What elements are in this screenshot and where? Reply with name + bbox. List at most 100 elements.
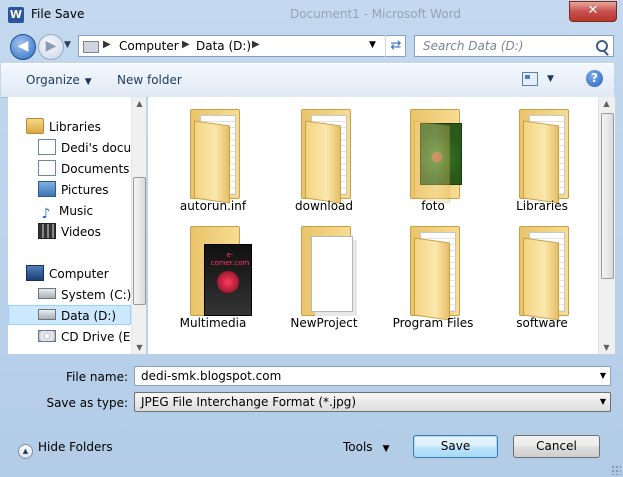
sidebar-item-label: Pictures <box>61 183 109 197</box>
new-folder-button[interactable]: New folder <box>117 73 182 87</box>
sidebar-item-label: Computer <box>49 267 109 281</box>
sidebar-item-documents[interactable]: Documents <box>38 159 129 179</box>
sidebar-item-music[interactable]: ♪ Music <box>38 201 94 222</box>
folder-name: Program Files <box>392 316 474 330</box>
organize-button[interactable]: Organize ▼ <box>26 73 92 87</box>
drive-icon <box>83 41 99 53</box>
chevron-down-icon: ▼ <box>599 397 606 406</box>
sidebar-item-label: Videos <box>61 225 101 239</box>
resize-grip[interactable] <box>611 465 621 475</box>
folder-item[interactable]: download <box>275 103 373 213</box>
documents-folder-icon <box>301 226 361 316</box>
hide-folders-label: Hide Folders <box>38 440 113 454</box>
sidebar-item-label: Documents <box>61 162 130 176</box>
folder-name: download <box>294 199 354 213</box>
folder-name: foto <box>421 199 445 213</box>
command-bar: Organize ▼ New folder ▼ ? <box>1 63 614 98</box>
refresh-icon[interactable]: ⇄ <box>385 35 406 57</box>
chevron-down-icon[interactable]: ▼ <box>600 371 606 380</box>
sidebar-item-label: Libraries <box>49 120 101 134</box>
word-app-icon: W <box>8 7 24 23</box>
folder-item[interactable]: Libraries <box>493 103 591 213</box>
forward-button[interactable]: ▶ <box>38 34 64 60</box>
back-button[interactable]: ◀ <box>10 34 36 60</box>
folder-item[interactable]: Multimedia <box>164 220 262 330</box>
scroll-down-icon[interactable]: ▼ <box>132 343 147 352</box>
music-icon: ♪ <box>41 206 51 222</box>
sidebar-item-system-c[interactable]: System (C:) <box>38 285 131 305</box>
dialog-title: File Save <box>31 7 85 21</box>
drive-icon <box>38 288 56 299</box>
file-name-label: File name: <box>66 370 128 384</box>
folder-icon <box>519 226 579 321</box>
navigation-pane: Libraries Dedi's documents Documents Pic… <box>8 97 146 354</box>
file-list: autorun.inf download foto Libraries Mult… <box>148 97 598 354</box>
folder-name: Multimedia <box>179 316 247 330</box>
file-list-scrollbar[interactable]: ▲ ▼ <box>598 97 615 354</box>
scrollbar-thumb[interactable] <box>133 177 146 305</box>
sidebar-item-pictures[interactable]: Pictures <box>38 180 109 200</box>
navigation-pane-scrollbar[interactable]: ▲ ▼ <box>131 97 146 354</box>
video-icon <box>38 223 56 239</box>
chevron-down-icon: ▼ <box>84 77 92 87</box>
address-bar[interactable]: ▶ Computer ▶ Data (D:) ▶ ▼ ⇄ <box>78 35 406 57</box>
sidebar-item-label: Music <box>59 204 94 218</box>
hide-folders-button[interactable]: ▲ Hide Folders <box>18 440 113 459</box>
sidebar-item-dedis-documents[interactable]: Dedi's documents <box>38 138 146 158</box>
cd-drive-icon <box>38 330 56 342</box>
folder-name: autorun.inf <box>179 199 247 213</box>
breadcrumb-arrow-icon[interactable]: ▶ <box>182 39 190 50</box>
breadcrumb-computer[interactable]: Computer <box>119 39 179 53</box>
view-options-dropdown[interactable]: ▼ <box>547 74 554 84</box>
file-save-dialog: W File Save Document1 - Microsoft Word ✕… <box>0 0 623 477</box>
sidebar-item-computer[interactable]: Computer <box>26 264 109 284</box>
folder-icon <box>301 109 361 204</box>
search-icon[interactable] <box>596 40 608 52</box>
computer-icon <box>26 265 44 281</box>
save-button[interactable]: Save <box>413 435 498 458</box>
sidebar-item-label: System (C:) <box>61 288 132 302</box>
scrollbar-thumb[interactable] <box>601 113 614 279</box>
navigation-bar: ◀ ▶ ▼ ▶ Computer ▶ Data (D:) ▶ ▼ ⇄ Searc… <box>0 30 623 62</box>
background-window-title: Document1 - Microsoft Word <box>290 7 462 21</box>
media-folder-icon <box>190 226 252 316</box>
breadcrumb-arrow-icon[interactable]: ▶ <box>103 39 111 50</box>
save-as-type-label: Save as type: <box>46 396 128 410</box>
folder-icon <box>190 109 250 204</box>
folder-name: Libraries <box>516 199 568 213</box>
drive-icon <box>38 309 56 320</box>
save-as-type-select[interactable]: JPEG File Interchange Format (*.jpg) ▼ <box>134 392 611 412</box>
sidebar-item-cd-drive-e[interactable]: CD Drive (E:) 1 <box>38 327 146 347</box>
folder-item[interactable]: software <box>493 220 591 330</box>
search-input[interactable]: Search Data (D:) <box>414 35 614 57</box>
document-icon <box>38 139 56 155</box>
change-view-icon[interactable] <box>522 72 538 86</box>
folder-item[interactable]: NewProject <box>275 220 373 330</box>
tools-label: Tools <box>343 440 373 454</box>
breadcrumb-arrow-icon[interactable]: ▶ <box>252 39 260 50</box>
sidebar-item-videos[interactable]: Videos <box>38 222 101 242</box>
cancel-button[interactable]: Cancel <box>513 435 600 458</box>
folder-item[interactable]: autorun.inf <box>164 103 262 213</box>
breadcrumb-data-drive[interactable]: Data (D:) <box>196 39 251 53</box>
scroll-up-icon[interactable]: ▲ <box>599 99 614 108</box>
tools-button[interactable]: Tools ▼ <box>343 440 389 454</box>
sidebar-item-libraries[interactable]: Libraries <box>26 117 101 137</box>
recent-locations-dropdown[interactable]: ▼ <box>64 40 71 50</box>
library-icon <box>26 118 44 134</box>
document-icon <box>38 160 56 176</box>
close-button[interactable]: ✕ <box>569 1 617 22</box>
file-name-field[interactable]: dedi-smk.blogspot.com ▼ <box>134 366 611 386</box>
organize-label: Organize <box>26 73 80 87</box>
folder-item[interactable]: foto <box>384 103 482 213</box>
chevron-up-icon: ▲ <box>18 444 33 459</box>
help-icon[interactable]: ? <box>586 70 603 87</box>
scroll-up-icon[interactable]: ▲ <box>132 99 147 108</box>
folder-item[interactable]: Program Files <box>384 220 482 330</box>
search-placeholder: Search Data (D:) <box>423 39 524 53</box>
sidebar-item-data-d[interactable]: Data (D:) <box>8 305 131 325</box>
photo-folder-icon <box>410 109 470 204</box>
scroll-down-icon[interactable]: ▼ <box>599 343 614 352</box>
file-name-value: dedi-smk.blogspot.com <box>141 369 282 383</box>
address-history-dropdown[interactable]: ▼ <box>369 40 376 50</box>
